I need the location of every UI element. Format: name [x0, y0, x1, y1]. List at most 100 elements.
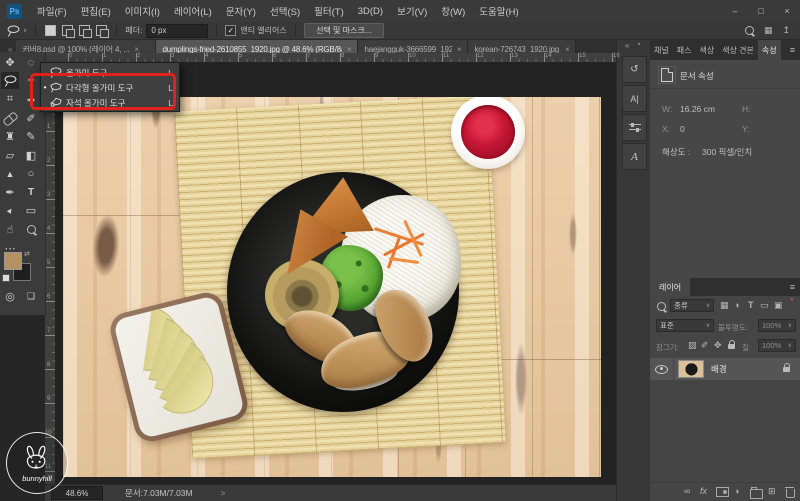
- marquee-tool[interactable]: ◌: [22, 54, 40, 71]
- quick-mask-button[interactable]: ◎: [1, 288, 19, 305]
- resolution-value[interactable]: 300 픽셀/인치: [702, 146, 752, 158]
- history-brush-tool[interactable]: ✎: [22, 128, 40, 145]
- tab-layers[interactable]: 레이어: [650, 278, 690, 296]
- menu-view[interactable]: 보기(V): [390, 4, 434, 18]
- maximize-button[interactable]: □: [748, 6, 774, 16]
- share-icon[interactable]: ↥: [782, 25, 790, 36]
- filter-type-layers-icon[interactable]: T: [748, 300, 754, 310]
- menu-type[interactable]: 문자(Y): [219, 4, 263, 18]
- layers-panel-menu-icon[interactable]: ≡: [790, 282, 800, 292]
- eraser-tool[interactable]: ▱: [1, 147, 19, 164]
- x-value[interactable]: 0: [680, 124, 685, 134]
- layer-thumbnail[interactable]: [678, 360, 704, 378]
- layer-visibility-eye-icon[interactable]: [655, 365, 668, 374]
- width-value[interactable]: 16.26 cm: [680, 104, 715, 114]
- minimize-button[interactable]: –: [722, 6, 748, 16]
- sauce-bowl: [451, 97, 525, 169]
- rectangle-tool[interactable]: ▭: [22, 202, 40, 219]
- menu-select[interactable]: 선택(S): [263, 4, 307, 18]
- pen-tool[interactable]: ✒: [1, 184, 19, 201]
- swap-colors-icon[interactable]: ⇄: [24, 250, 30, 258]
- workspace-switcher-icon[interactable]: ▦: [764, 25, 773, 36]
- layer-filter-kind-dropdown[interactable]: 종류 ∨: [670, 299, 714, 312]
- canvas-image[interactable]: [63, 97, 601, 477]
- lasso-tool-selected[interactable]: [1, 72, 19, 89]
- character-panel-button[interactable]: A|: [622, 85, 647, 112]
- tab-paths[interactable]: 패스: [673, 40, 696, 60]
- watermark-text: bunnyhill: [22, 474, 52, 483]
- paragraph-panel-button[interactable]: A: [622, 143, 647, 170]
- foreground-color-swatch[interactable]: [4, 252, 22, 270]
- history-panel-button[interactable]: ↺: [622, 56, 647, 83]
- clone-stamp-tool[interactable]: ♜: [1, 128, 19, 145]
- move-tool[interactable]: ✥: [1, 54, 19, 71]
- dodge-tool[interactable]: ○: [22, 165, 40, 182]
- expand-panels-icon[interactable]: «: [625, 41, 629, 50]
- lock-image-pixels-icon[interactable]: ✐: [701, 340, 709, 351]
- crop-tool[interactable]: ⌗: [1, 91, 19, 108]
- filter-kind-label: 종류: [674, 300, 688, 311]
- lock-all-icon[interactable]: [728, 344, 735, 349]
- link-layers-icon[interactable]: ∞: [684, 486, 690, 496]
- screen-mode-button[interactable]: ❏: [22, 288, 40, 305]
- add-layer-mask-icon[interactable]: [716, 487, 729, 497]
- tab-color[interactable]: 색상: [695, 40, 718, 60]
- status-options-chevron-icon[interactable]: >: [221, 489, 226, 498]
- filter-adjustment-layers-icon[interactable]: ◑: [734, 300, 739, 310]
- menu-file[interactable]: 파일(F): [30, 4, 74, 18]
- new-layer-icon[interactable]: ⊞: [768, 486, 776, 497]
- menu-filter[interactable]: 필터(T): [307, 4, 351, 18]
- layer-row-background[interactable]: 배경: [650, 358, 800, 380]
- path-selection-tool[interactable]: ►: [1, 202, 19, 219]
- tab-swatches[interactable]: 색상 견본: [718, 40, 758, 60]
- filter-shape-layers-icon[interactable]: ▭: [760, 300, 769, 311]
- filter-toggle-red-dot[interactable]: ●: [790, 297, 794, 303]
- current-tool-lasso-icon[interactable]: ∨: [6, 25, 27, 37]
- opacity-label: 불투명도:: [718, 322, 748, 333]
- dock-dot-icon: ▪: [638, 41, 640, 48]
- antialias-checkbox[interactable]: ✓: [225, 25, 236, 36]
- menu-edit[interactable]: 편집(E): [74, 4, 118, 18]
- select-and-mask-button[interactable]: 선택 및 마스크...: [304, 23, 384, 38]
- lock-position-icon[interactable]: ✥: [714, 340, 722, 351]
- type-tool[interactable]: T: [22, 184, 40, 201]
- wood-knot: [515, 343, 527, 415]
- menu-window[interactable]: 창(W): [434, 4, 472, 18]
- x-label: X:: [662, 124, 670, 134]
- filter-pixel-layers-icon[interactable]: ▦: [720, 300, 729, 311]
- gradient-tool[interactable]: ◧: [22, 147, 40, 164]
- layer-style-fx-icon[interactable]: fx: [700, 486, 707, 496]
- new-adjustment-layer-icon[interactable]: ◑: [734, 486, 739, 496]
- menu-image[interactable]: 이미지(I): [118, 4, 167, 18]
- adjustments-panel-button[interactable]: [622, 114, 647, 141]
- delete-layer-trash-icon[interactable]: [786, 489, 795, 498]
- blur-tool[interactable]: ▲: [1, 165, 19, 182]
- menu-help[interactable]: 도움말(H): [472, 4, 525, 18]
- ruler-number: 2: [137, 53, 140, 59]
- healing-brush-tool[interactable]: [1, 110, 19, 127]
- menu-layer[interactable]: 레이어(L): [167, 4, 219, 18]
- brush-tool[interactable]: ✐: [22, 110, 40, 127]
- zoom-tool[interactable]: [22, 221, 40, 238]
- feather-input[interactable]: 0 px: [146, 24, 208, 38]
- search-icon[interactable]: [745, 26, 754, 35]
- blend-mode-dropdown[interactable]: 표준 ∨: [656, 319, 714, 332]
- opacity-dropdown[interactable]: 100% ∨: [758, 319, 796, 332]
- zoom-level-input[interactable]: 48.6%: [51, 486, 103, 500]
- tab-channels[interactable]: 채널: [650, 40, 673, 60]
- lock-transparent-pixels-icon[interactable]: ▨: [688, 340, 697, 351]
- fill-dropdown[interactable]: 100% ∨: [758, 339, 796, 352]
- new-selection-icon[interactable]: [45, 25, 56, 36]
- intersect-selection-icon[interactable]: [96, 25, 107, 36]
- close-button[interactable]: ×: [774, 6, 800, 16]
- filter-smart-object-icon[interactable]: ▣: [774, 300, 783, 311]
- default-colors-icon[interactable]: [2, 274, 10, 282]
- new-group-folder-icon[interactable]: [750, 489, 763, 499]
- panel-menu-icon[interactable]: ≡: [790, 45, 800, 55]
- menu-3d[interactable]: 3D(D): [351, 6, 390, 17]
- hand-tool[interactable]: ☝: [1, 221, 19, 238]
- tab-properties[interactable]: 속성: [758, 40, 781, 60]
- layer-name[interactable]: 배경: [711, 363, 727, 375]
- subtract-selection-icon[interactable]: [79, 25, 90, 36]
- add-selection-icon[interactable]: [62, 25, 73, 36]
